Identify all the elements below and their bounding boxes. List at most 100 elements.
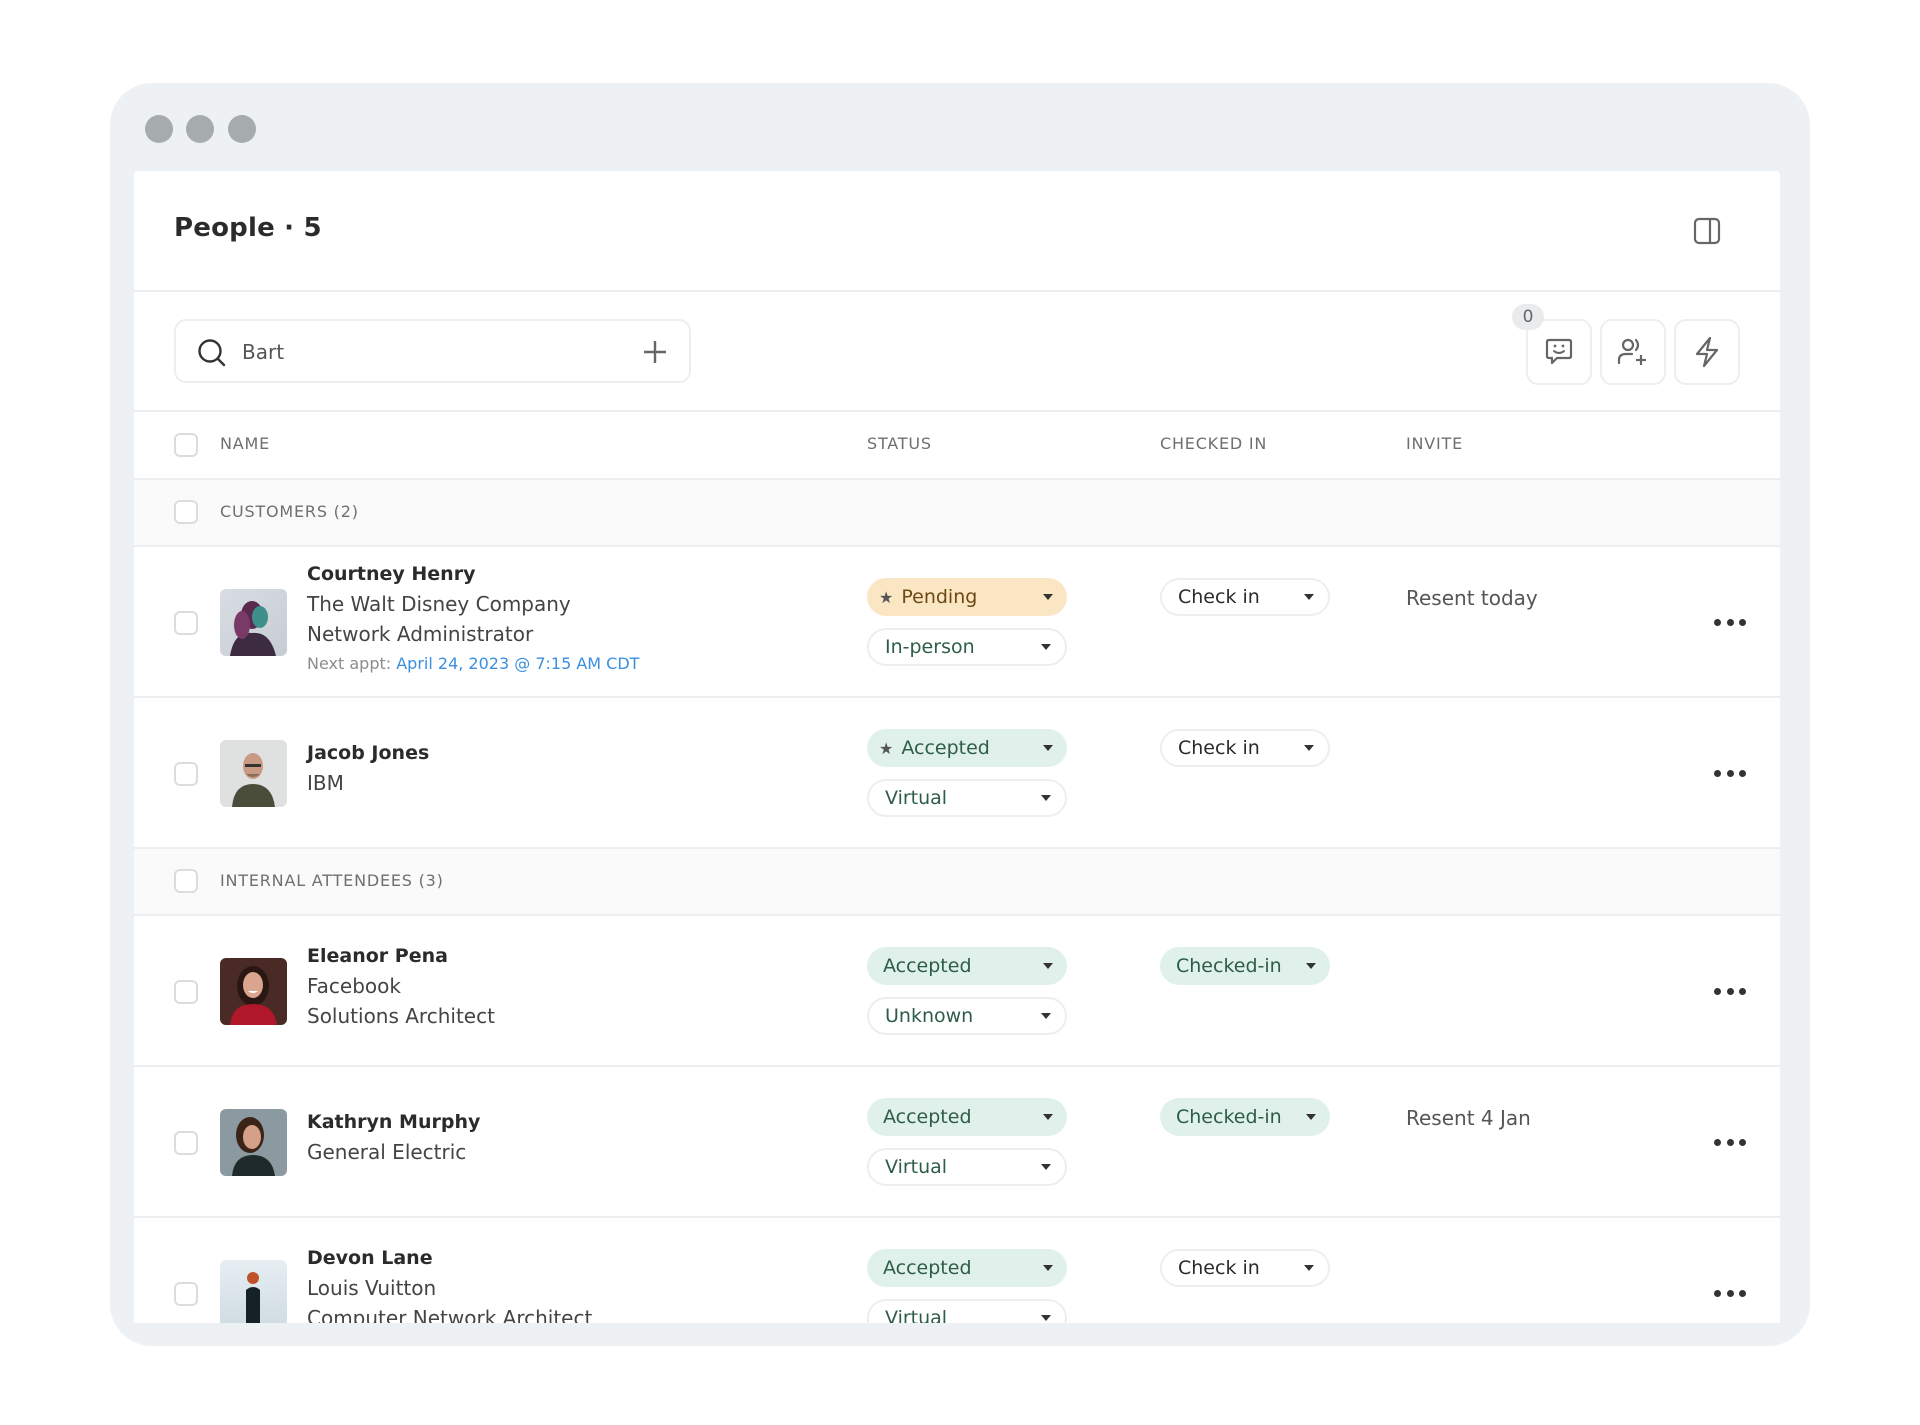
person-name[interactable]: Eleanor Pena <box>307 941 495 971</box>
more-options-button[interactable] <box>1714 1283 1746 1303</box>
window-close-dot[interactable] <box>145 115 173 143</box>
avatar <box>220 589 287 656</box>
table-row[interactable]: Jacob Jones IBM ★ Accepted Virtual Check… <box>134 698 1780 849</box>
caret-down-icon <box>1043 963 1053 969</box>
window-maximize-dot[interactable] <box>228 115 256 143</box>
search-icon <box>198 339 226 367</box>
group-checkbox[interactable] <box>174 500 198 524</box>
mode-value: Virtual <box>885 1156 948 1178</box>
appointment-label: Next appt: <box>307 654 392 673</box>
row-checkbox[interactable] <box>174 611 198 635</box>
sidebar-panel-icon[interactable] <box>1692 216 1722 246</box>
group-checkbox[interactable] <box>174 869 198 893</box>
table-header: NAME STATUS CHECKED IN INVITE <box>134 412 1780 480</box>
search-input[interactable] <box>240 333 624 371</box>
person-name[interactable]: Kathryn Murphy <box>307 1107 480 1137</box>
invite-status: Resent 4 Jan <box>1406 1106 1531 1130</box>
column-checked-in[interactable]: CHECKED IN <box>1160 434 1267 453</box>
mode-value: Virtual <box>885 787 948 809</box>
person-company: Facebook <box>307 974 401 998</box>
attendance-mode-dropdown[interactable]: Unknown <box>867 997 1067 1035</box>
attendance-mode-dropdown[interactable]: Virtual <box>867 1299 1067 1323</box>
column-status[interactable]: STATUS <box>867 434 932 453</box>
caret-down-icon <box>1304 745 1314 751</box>
check-in-dropdown[interactable]: Check in <box>1160 578 1330 616</box>
mode-value: Virtual <box>885 1307 948 1323</box>
lightning-icon <box>1695 336 1719 368</box>
check-in-value: Checked-in <box>1176 1106 1282 1128</box>
window-minimize-dot[interactable] <box>186 115 214 143</box>
star-icon: ★ <box>879 587 894 607</box>
page-title: People · 5 <box>174 213 322 243</box>
person-info: Jacob Jones IBM <box>307 738 429 798</box>
toolbar: 0 <box>134 292 1780 412</box>
avatar <box>220 958 287 1025</box>
caret-down-icon <box>1306 1114 1316 1120</box>
group-row-internal-attendees: INTERNAL ATTENDEES (3) <box>134 849 1780 916</box>
person-name[interactable]: Devon Lane <box>307 1243 592 1273</box>
person-company: General Electric <box>307 1140 467 1164</box>
attendance-mode-dropdown[interactable]: Virtual <box>867 1148 1067 1186</box>
attendance-mode-dropdown[interactable]: Virtual <box>867 779 1067 817</box>
add-person-button[interactable] <box>1600 319 1666 385</box>
caret-down-icon <box>1043 1114 1053 1120</box>
next-appointment: Next appt: April 24, 2023 @ 7:15 AM CDT <box>307 649 639 679</box>
more-options-button[interactable] <box>1714 763 1746 783</box>
person-role: Solutions Architect <box>307 1004 495 1028</box>
panel-header: People · 5 <box>134 171 1780 292</box>
person-info: Courtney Henry The Walt Disney Company N… <box>307 559 639 679</box>
check-in-value: Check in <box>1178 586 1260 608</box>
status-value: Accepted <box>883 1106 972 1128</box>
row-checkbox[interactable] <box>174 1282 198 1306</box>
caret-down-icon <box>1043 745 1053 751</box>
check-in-value: Check in <box>1178 737 1260 759</box>
person-name[interactable]: Courtney Henry <box>307 559 639 589</box>
status-dropdown[interactable]: Accepted <box>867 947 1067 985</box>
people-panel: People · 5 0 <box>134 171 1780 1323</box>
avatar <box>220 740 287 807</box>
check-in-dropdown[interactable]: Check in <box>1160 729 1330 767</box>
row-checkbox[interactable] <box>174 762 198 786</box>
table-row[interactable]: Devon Lane Louis Vuitton Computer Networ… <box>134 1218 1780 1323</box>
person-name[interactable]: Jacob Jones <box>307 738 429 768</box>
table-row[interactable]: Courtney Henry The Walt Disney Company N… <box>134 547 1780 698</box>
status-dropdown[interactable]: Accepted <box>867 1098 1067 1136</box>
status-dropdown[interactable]: Accepted <box>867 1249 1067 1287</box>
status-dropdown[interactable]: ★ Pending <box>867 578 1067 616</box>
more-options-button[interactable] <box>1714 612 1746 632</box>
select-all-checkbox[interactable] <box>174 433 198 457</box>
caret-down-icon <box>1041 644 1051 650</box>
check-in-dropdown[interactable]: Checked-in <box>1160 1098 1330 1136</box>
group-row-customers: CUSTOMERS (2) <box>134 480 1780 547</box>
avatar <box>220 1260 287 1323</box>
status-value: Pending <box>901 586 978 608</box>
plus-icon[interactable] <box>641 338 669 366</box>
status-dropdown[interactable]: ★ Accepted <box>867 729 1067 767</box>
person-info: Devon Lane Louis Vuitton Computer Networ… <box>307 1243 592 1323</box>
actions-button[interactable] <box>1674 319 1740 385</box>
status-value: Accepted <box>883 955 972 977</box>
status-value: Accepted <box>901 737 990 759</box>
table-row[interactable]: Kathryn Murphy General Electric Accepted… <box>134 1067 1780 1218</box>
check-in-dropdown[interactable]: Checked-in <box>1160 947 1330 985</box>
group-label: INTERNAL ATTENDEES (3) <box>220 871 444 890</box>
attendance-mode-dropdown[interactable]: In-person <box>867 628 1067 666</box>
more-options-button[interactable] <box>1714 981 1746 1001</box>
appointment-link[interactable]: April 24, 2023 @ 7:15 AM CDT <box>396 654 639 673</box>
chat-smile-icon <box>1545 338 1573 365</box>
table-row[interactable]: Eleanor Pena Facebook Solutions Architec… <box>134 916 1780 1067</box>
search-box <box>174 319 691 383</box>
column-name[interactable]: NAME <box>220 434 270 453</box>
caret-down-icon <box>1043 594 1053 600</box>
mode-value: Unknown <box>885 1005 974 1027</box>
column-invite[interactable]: INVITE <box>1406 434 1463 453</box>
app-window: People · 5 0 <box>110 83 1810 1346</box>
row-checkbox[interactable] <box>174 980 198 1004</box>
row-checkbox[interactable] <box>174 1131 198 1155</box>
avatar <box>220 1109 287 1176</box>
status-value: Accepted <box>883 1257 972 1279</box>
check-in-dropdown[interactable]: Check in <box>1160 1249 1330 1287</box>
more-options-button[interactable] <box>1714 1132 1746 1152</box>
person-info: Eleanor Pena Facebook Solutions Architec… <box>307 941 495 1031</box>
star-icon: ★ <box>879 738 894 758</box>
